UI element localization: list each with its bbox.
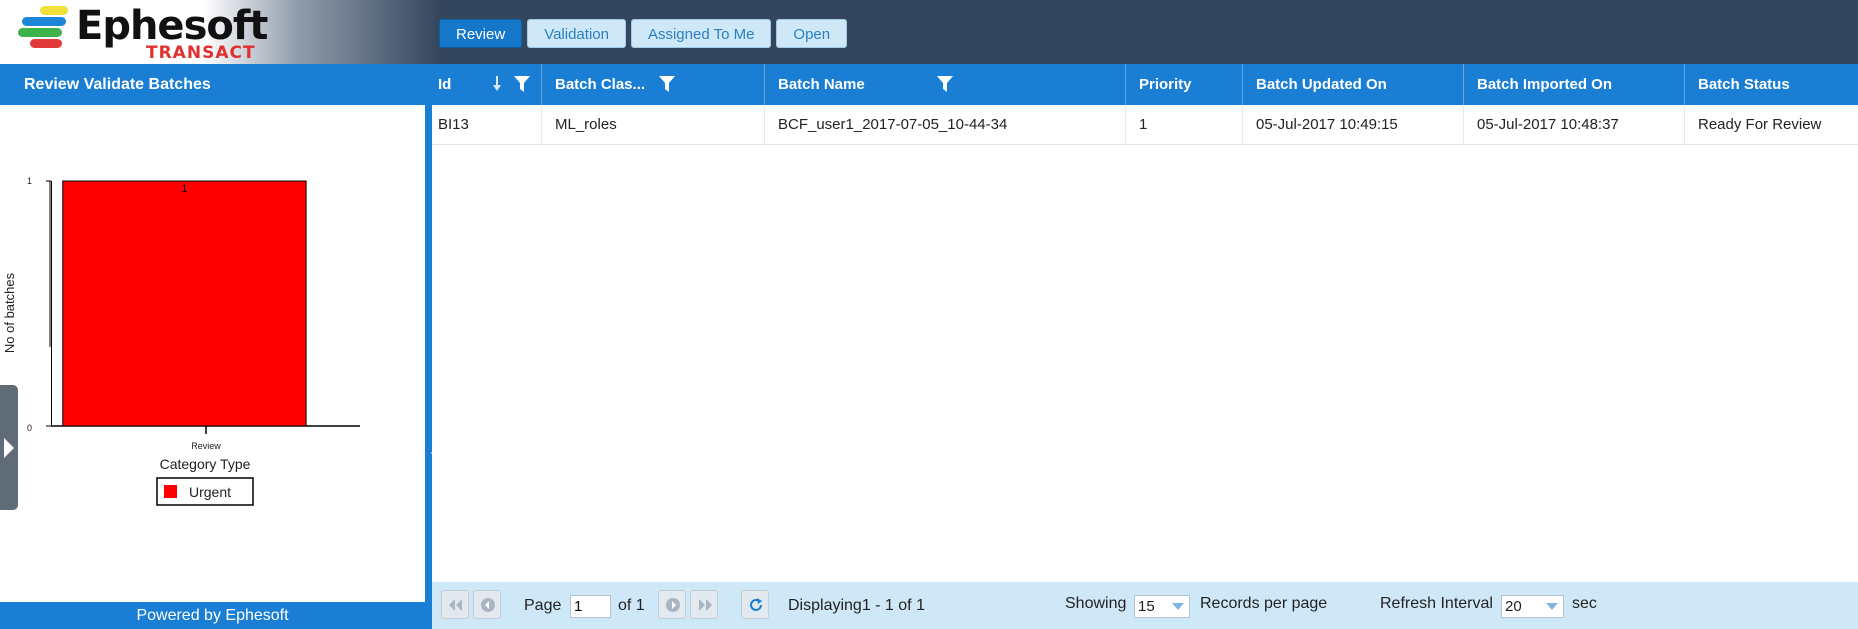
- chevron-down-icon: [1546, 603, 1558, 610]
- legend-title: Category Type: [160, 456, 251, 472]
- filter-icon[interactable]: [514, 76, 530, 92]
- grid-header: Id Batch Clas... Batch Name Priority Bat…: [432, 64, 1858, 105]
- column-header-batch-status[interactable]: Batch Status: [1685, 64, 1858, 105]
- cell-priority: 1: [1126, 105, 1243, 145]
- table-row[interactable]: BI13 ML_roles BCF_user1_2017-07-05_10-44…: [432, 105, 1858, 145]
- panel-splitter[interactable]: [425, 64, 432, 629]
- logo-product: TRANSACT: [146, 43, 256, 63]
- page-label: Page: [524, 597, 562, 614]
- column-header-batch-class[interactable]: Batch Clas...: [542, 64, 765, 105]
- y-tick-label-bottom: 0: [27, 423, 32, 433]
- refresh-interval-label: Refresh Interval: [1380, 595, 1493, 612]
- tab-validation[interactable]: Validation: [527, 19, 626, 48]
- seconds-label: sec: [1572, 595, 1597, 612]
- column-label: Batch Updated On: [1256, 76, 1387, 93]
- bar-data-label: 1: [181, 183, 187, 195]
- column-header-id[interactable]: Id: [432, 64, 542, 105]
- tab-assigned-to-me[interactable]: Assigned To Me: [630, 19, 772, 48]
- cell-batch-name: BCF_user1_2017-07-05_10-44-34: [765, 105, 1126, 145]
- expand-panel-handle[interactable]: [0, 385, 18, 510]
- double-chevron-left-icon: [449, 599, 462, 611]
- sort-down-icon[interactable]: [492, 75, 502, 93]
- column-header-priority[interactable]: Priority: [1126, 64, 1243, 105]
- cell-batch-class: ML_roles: [542, 105, 765, 145]
- circle-chevron-right-icon: [666, 598, 680, 612]
- column-label: Batch Name: [778, 76, 865, 93]
- left-panel: Review Validate Batches No of batches 1 …: [0, 64, 425, 629]
- column-header-batch-imported-on[interactable]: Batch Imported On: [1464, 64, 1685, 105]
- pager-bar: Page of 1 Displaying1 - 1 of 1 Showing 1…: [432, 582, 1858, 629]
- main-tabs: Review Validation Assigned To Me Open: [439, 19, 848, 48]
- y-tick-label-top: 1: [27, 176, 32, 186]
- chevron-right-icon: [4, 438, 14, 458]
- bar-review-urgent: [62, 180, 307, 427]
- displaying-status: Displaying1 - 1 of 1: [788, 597, 925, 614]
- page-number-input[interactable]: [570, 595, 611, 618]
- tab-review[interactable]: Review: [439, 19, 523, 48]
- prev-page-button[interactable]: [473, 590, 501, 619]
- logo-wordmark: Ephesoft: [76, 3, 268, 49]
- refresh-button[interactable]: [741, 590, 769, 619]
- refresh-interval-select[interactable]: 20: [1501, 595, 1564, 618]
- cell-batch-imported-on: 05-Jul-2017 10:48:37: [1464, 105, 1685, 145]
- filter-icon[interactable]: [659, 76, 675, 92]
- column-label: Id: [438, 76, 452, 93]
- column-label: Batch Clas...: [555, 76, 646, 93]
- page-of-label: of 1: [618, 597, 645, 614]
- cell-batch-updated-on: 05-Jul-2017 10:49:15: [1243, 105, 1464, 145]
- filter-icon[interactable]: [937, 76, 953, 92]
- last-page-button[interactable]: [690, 590, 718, 619]
- cell-batch-status: Ready For Review: [1698, 116, 1822, 133]
- double-chevron-right-icon: [699, 599, 712, 611]
- powered-by-footer: Powered by Ephesoft: [0, 602, 425, 629]
- next-page-button[interactable]: [658, 590, 686, 619]
- circle-chevron-left-icon: [481, 598, 495, 612]
- batch-chart: No of batches 1 0 1 Review Category Type…: [2, 176, 360, 506]
- cell-id: BI13: [432, 105, 542, 145]
- logo-stripes-icon: [18, 6, 76, 54]
- records-per-page-select[interactable]: 15: [1134, 595, 1190, 618]
- column-label: Batch Imported On: [1477, 76, 1613, 93]
- app-header: Ephesoft TRANSACT Review Validation Assi…: [0, 0, 1858, 64]
- tab-open[interactable]: Open: [776, 19, 848, 48]
- column-header-batch-name[interactable]: Batch Name: [765, 64, 1126, 105]
- logo: Ephesoft TRANSACT: [0, 0, 440, 64]
- first-page-button[interactable]: [441, 590, 469, 619]
- column-label: Batch Status: [1698, 76, 1790, 93]
- chevron-down-icon: [1172, 603, 1184, 610]
- records-per-page-label: Records per page: [1200, 595, 1328, 612]
- column-label: Priority: [1139, 76, 1192, 93]
- showing-label: Showing: [1065, 595, 1127, 612]
- refresh-interval-value: 20: [1505, 598, 1522, 615]
- y-axis-label: No of batches: [2, 272, 17, 353]
- column-header-batch-updated-on[interactable]: Batch Updated On: [1243, 64, 1464, 105]
- x-tick-label: Review: [191, 441, 221, 451]
- refresh-icon: [750, 598, 762, 611]
- records-per-page-value: 15: [1138, 598, 1155, 615]
- panel-title: Review Validate Batches: [0, 64, 425, 105]
- legend-swatch: [164, 485, 177, 498]
- batch-grid: Id Batch Clas... Batch Name Priority Bat…: [432, 64, 1858, 582]
- legend-label: Urgent: [189, 484, 231, 500]
